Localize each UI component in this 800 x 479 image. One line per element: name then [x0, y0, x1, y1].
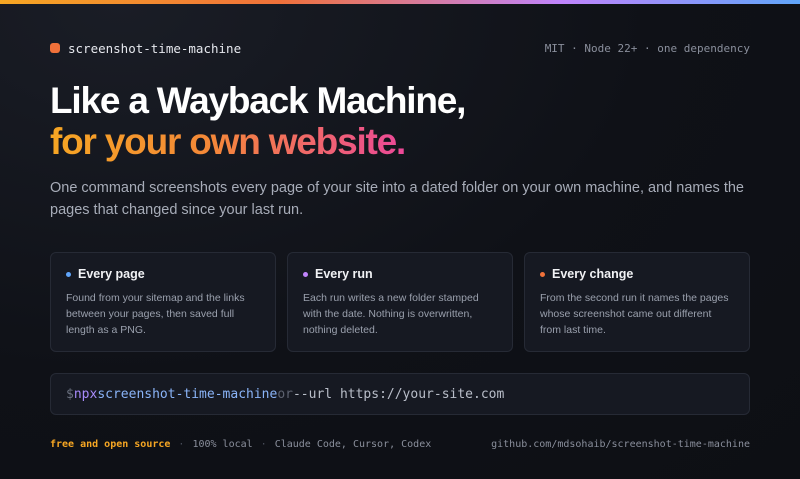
install-command-box[interactable]: $ npx screenshot-time-machine or --url h… [50, 373, 750, 415]
purple-dot-icon [303, 271, 308, 277]
command-or: or [277, 386, 293, 402]
card-title-row: Every page [66, 267, 260, 281]
card-title: Every run [315, 267, 373, 281]
brand-name: screenshot-time-machine [68, 40, 242, 56]
footer-local: 100% local [192, 438, 253, 450]
feature-cards: Every page Found from your sitemap and t… [50, 252, 750, 352]
footer-tags: free and open source · 100% local · Clau… [50, 439, 431, 450]
footer-separator: · [260, 438, 267, 450]
card-body: Each run writes a new folder stamped wit… [303, 292, 479, 336]
card-title: Every page [78, 267, 145, 281]
card-body: Found from your sitemap and the links be… [66, 292, 245, 336]
footer-open-source: free and open source [50, 438, 171, 450]
card-title: Every change [552, 267, 634, 281]
footer-tools: Claude Code, Cursor, Codex [274, 438, 432, 450]
site-header: screenshot-time-machine MIT · Node 22+ ·… [50, 40, 750, 56]
footer-separator: · [178, 438, 185, 450]
headline-line-1: Like a Wayback Machine, [50, 80, 466, 121]
feature-card-every-run: Every run Each run writes a new folder s… [287, 252, 513, 352]
command-package: screenshot-time-machine [97, 386, 278, 402]
hero-headline: Like a Wayback Machine, for your own web… [50, 80, 466, 162]
feature-card-every-change: Every change From the second run it name… [524, 252, 750, 352]
brand[interactable]: screenshot-time-machine [50, 41, 241, 56]
feature-card-every-page: Every page Found from your sitemap and t… [50, 252, 276, 352]
hero-description: One command screenshots every page of yo… [50, 180, 744, 218]
blue-dot-icon [66, 271, 71, 277]
card-title-row: Every change [540, 267, 734, 281]
headline-line-2: for your own website. [50, 121, 406, 162]
command-npx: npx [73, 386, 98, 402]
card-title-row: Every run [303, 267, 497, 281]
command-url-flag: --url https://your-site.com [292, 386, 505, 402]
gradient-top-bar [0, 0, 800, 4]
project-meta: MIT · Node 22+ · one dependency [544, 41, 750, 55]
site-footer: free and open source · 100% local · Clau… [50, 437, 750, 451]
brand-logo-icon [50, 43, 60, 53]
github-repo-link[interactable]: github.com/mdsohaib/screenshot-time-mach… [491, 439, 750, 450]
shell-prompt: $ [66, 386, 74, 402]
card-body: From the second run it names the pages w… [540, 292, 729, 336]
orange-dot-icon [540, 271, 545, 277]
